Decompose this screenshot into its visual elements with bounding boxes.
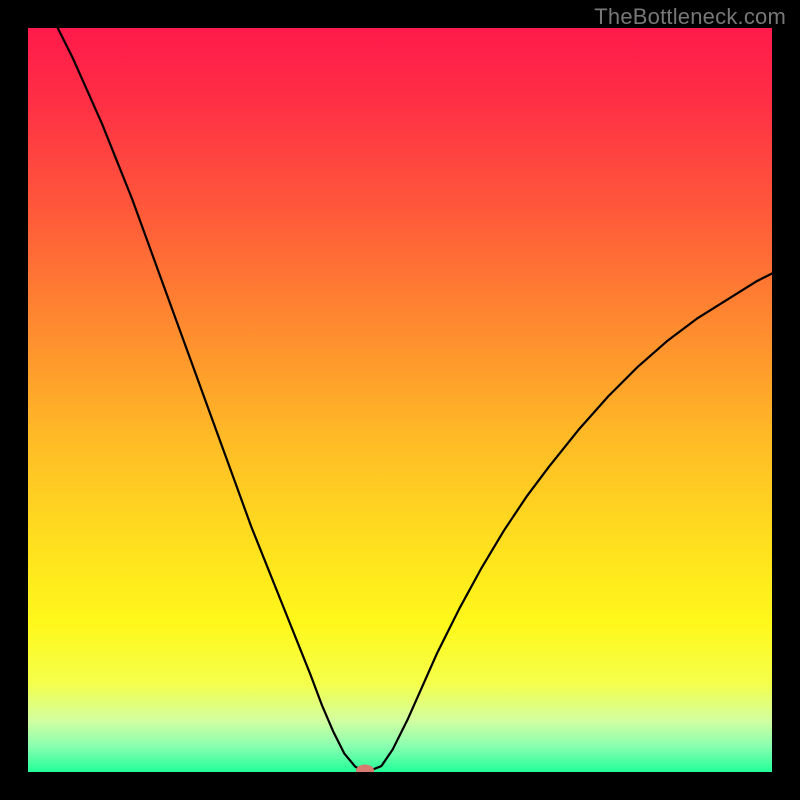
chart-container: TheBottleneck.com bbox=[0, 0, 800, 800]
gradient-background bbox=[28, 28, 772, 772]
plot-area bbox=[28, 28, 772, 772]
chart-svg bbox=[28, 28, 772, 772]
watermark-text: TheBottleneck.com bbox=[594, 4, 786, 30]
